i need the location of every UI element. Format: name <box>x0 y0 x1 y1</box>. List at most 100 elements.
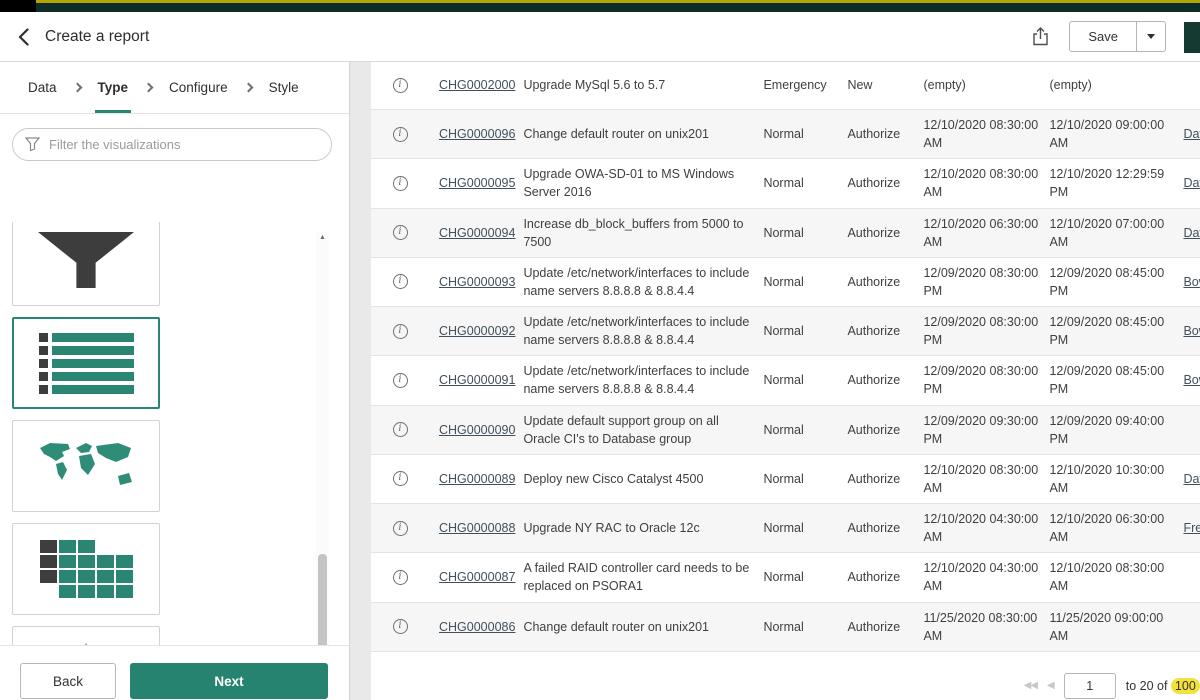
priority-value: Normal <box>763 553 847 601</box>
table-row[interactable]: i CHG0000089 Deploy new Cisco Catalyst 4… <box>371 455 1200 504</box>
table-row[interactable]: i CHG0000092 Update /etc/network/interfa… <box>371 307 1200 356</box>
viz-card-list[interactable] <box>12 317 160 409</box>
record-number-link[interactable]: CHG0002000 <box>439 76 515 94</box>
page-title: Create a report <box>45 28 149 46</box>
panel-scrollbar[interactable]: ▲ ▼ <box>316 232 329 700</box>
assigned-to-link[interactable]: Fre <box>1183 519 1200 537</box>
info-icon[interactable]: i <box>393 570 408 585</box>
info-icon[interactable]: i <box>393 619 408 634</box>
priority-value: Normal <box>763 110 847 158</box>
record-number-link[interactable]: CHG0000087 <box>439 568 515 586</box>
chevron-right-icon <box>144 83 154 93</box>
priority-value: Normal <box>763 504 847 552</box>
start-date-value: 12/09/2020 09:30:00 PM <box>923 406 1049 454</box>
save-button[interactable]: Save <box>1069 21 1137 52</box>
end-date-value: 12/10/2020 08:30:00 AM <box>1049 553 1175 601</box>
record-number-link[interactable]: CHG0000095 <box>439 174 515 192</box>
back-step-button[interactable]: Back <box>20 663 116 699</box>
table-row[interactable]: i CHG0000087 A failed RAID controller ca… <box>371 553 1200 602</box>
viz-card-heatmap[interactable] <box>12 523 160 615</box>
state-value: Authorize <box>847 110 923 158</box>
funnel-chart-icon <box>38 232 134 288</box>
save-split-button: Save <box>1069 21 1166 52</box>
info-icon[interactable]: i <box>393 373 408 388</box>
assigned-to-link[interactable]: Dav <box>1183 125 1200 143</box>
scrollbar-thumb[interactable] <box>318 554 327 649</box>
state-value: Authorize <box>847 307 923 355</box>
priority-value: Normal <box>763 406 847 454</box>
start-date-value: (empty) <box>923 62 1049 109</box>
info-icon[interactable]: i <box>393 225 408 240</box>
step-configure[interactable]: Configure <box>169 62 228 113</box>
info-icon[interactable]: i <box>393 324 408 339</box>
table-row[interactable]: i CHG0000094 Increase db_block_buffers f… <box>371 209 1200 258</box>
caret-down-icon <box>1147 34 1155 39</box>
pagination-range: to 20 of 100 <box>1126 679 1200 693</box>
assigned-to-link[interactable]: Dav <box>1183 470 1200 488</box>
info-icon[interactable]: i <box>393 274 408 289</box>
record-number-link[interactable]: CHG0000086 <box>439 618 515 636</box>
short-description: A failed RAID controller card needs to b… <box>523 553 763 601</box>
next-step-button[interactable]: Next <box>130 663 328 699</box>
record-number-link[interactable]: CHG0000088 <box>439 519 515 537</box>
page-number-input[interactable] <box>1064 673 1116 699</box>
world-map-icon <box>34 440 138 492</box>
info-icon[interactable]: i <box>393 422 408 437</box>
state-value: Authorize <box>847 603 923 651</box>
previous-page-icon[interactable]: ◀ <box>1047 680 1054 691</box>
short-description: Upgrade OWA-SD-01 to MS Windows Server 2… <box>523 159 763 207</box>
table-row[interactable]: i CHG0000090 Update default support grou… <box>371 406 1200 455</box>
info-icon[interactable]: i <box>393 78 408 93</box>
step-style[interactable]: Style <box>269 62 299 113</box>
table-row[interactable]: i CHG0000088 Upgrade NY RAC to Oracle 12… <box>371 504 1200 553</box>
assigned-to-link[interactable]: Dav <box>1183 174 1200 192</box>
save-dropdown-button[interactable] <box>1137 21 1166 52</box>
step-data[interactable]: Data <box>28 62 57 113</box>
table-row[interactable]: i CHG0000095 Upgrade OWA-SD-01 to MS Win… <box>371 159 1200 208</box>
short-description: Update /etc/network/interfaces to includ… <box>523 356 763 404</box>
end-date-value: 12/09/2020 09:40:00 PM <box>1049 406 1175 454</box>
info-icon[interactable]: i <box>393 521 408 536</box>
wizard-steps: Data Type Configure Style <box>0 62 349 114</box>
start-date-value: 12/10/2020 08:30:00 AM <box>923 110 1049 158</box>
viz-card-map[interactable] <box>12 420 160 512</box>
info-icon[interactable]: i <box>393 176 408 191</box>
panel-gutter <box>350 62 371 700</box>
record-number-link[interactable]: CHG0000092 <box>439 322 515 340</box>
end-date-value: 12/10/2020 06:30:00 AM <box>1049 504 1175 552</box>
record-number-link[interactable]: CHG0000093 <box>439 273 515 291</box>
start-date-value: 12/09/2020 08:30:00 PM <box>923 258 1049 306</box>
table-row[interactable]: i CHG0000093 Update /etc/network/interfa… <box>371 258 1200 307</box>
first-page-icon[interactable]: ◀◀ <box>1024 680 1037 691</box>
scroll-up-icon[interactable]: ▲ <box>316 234 329 241</box>
record-number-link[interactable]: CHG0000089 <box>439 470 515 488</box>
short-description: Increase db_block_buffers from 5000 to 7… <box>523 209 763 257</box>
back-button[interactable] <box>18 28 29 46</box>
table-row[interactable]: i CHG0000096 Change default router on un… <box>371 110 1200 159</box>
record-number-link[interactable]: CHG0000091 <box>439 371 515 389</box>
filter-visualizations-input[interactable] <box>12 128 332 161</box>
assigned-to-link[interactable]: Dav <box>1183 224 1200 242</box>
record-number-link[interactable]: CHG0000096 <box>439 125 515 143</box>
assigned-to-link[interactable]: Bow <box>1183 322 1200 340</box>
table-row[interactable]: i CHG0000086 Change default router on un… <box>371 603 1200 652</box>
viz-card-funnel[interactable] <box>12 222 160 306</box>
pagination-total: 100 <box>1171 678 1200 694</box>
end-date-value: 12/09/2020 08:45:00 PM <box>1049 307 1175 355</box>
record-number-link[interactable]: CHG0000094 <box>439 224 515 242</box>
assigned-to-link[interactable]: Bow <box>1183 273 1200 291</box>
share-icon[interactable] <box>1032 27 1049 46</box>
priority-value: Normal <box>763 603 847 651</box>
table-row[interactable]: i CHG0002000 Upgrade MySql 5.6 to 5.7 Em… <box>371 62 1200 110</box>
info-icon[interactable]: i <box>393 127 408 142</box>
record-number-link[interactable]: CHG0000090 <box>439 421 515 439</box>
visualization-list <box>0 222 349 645</box>
table-row[interactable]: i CHG0000091 Update /etc/network/interfa… <box>371 356 1200 405</box>
viz-card-pyramid[interactable] <box>12 626 160 645</box>
header-actions: Save <box>1032 21 1166 52</box>
start-date-value: 12/09/2020 08:30:00 PM <box>923 356 1049 404</box>
info-icon[interactable]: i <box>393 471 408 486</box>
assigned-to-link[interactable]: Bow <box>1183 371 1200 389</box>
step-type[interactable]: Type <box>98 62 129 113</box>
state-value: Authorize <box>847 504 923 552</box>
